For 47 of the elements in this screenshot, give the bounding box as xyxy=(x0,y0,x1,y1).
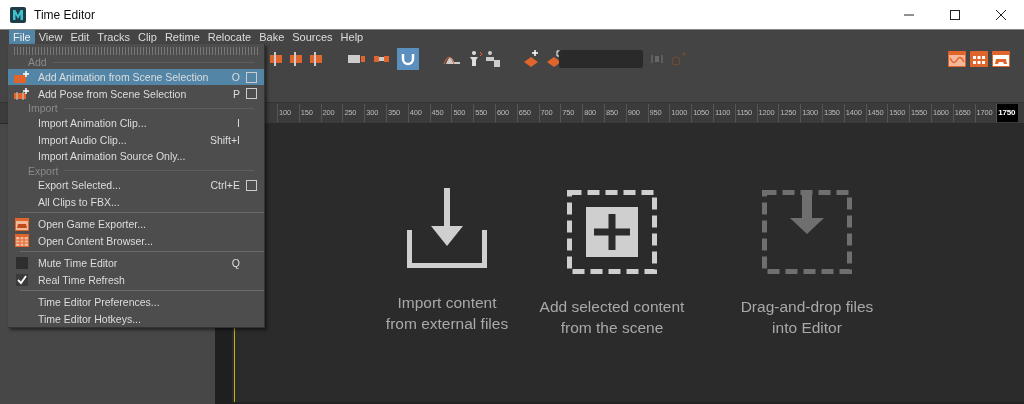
menu-item[interactable]: Clip xyxy=(133,30,161,45)
empty-state-caption: Add selected content from the scene xyxy=(539,297,685,338)
menu-item[interactable]: Edit xyxy=(66,30,94,45)
option-box[interactable] xyxy=(246,88,257,100)
content-browser-icon[interactable] xyxy=(970,51,988,67)
menu-entry[interactable]: Import Animation Source Only... xyxy=(8,147,264,165)
menu-entry[interactable]: Open Content Browser... xyxy=(8,232,264,250)
pose-add-icon xyxy=(13,87,30,100)
option-box[interactable] xyxy=(246,71,257,83)
menu-entry[interactable]: Time Editor Preferences... xyxy=(8,294,264,311)
checkbox[interactable] xyxy=(15,257,28,270)
app-logo-icon xyxy=(10,6,26,23)
menu-item[interactable]: View xyxy=(34,30,67,45)
game-exporter-icon xyxy=(14,217,29,231)
dashed-drop-box-icon xyxy=(762,190,852,274)
download-arrow-icon xyxy=(407,188,487,268)
menu-item[interactable]: Retime xyxy=(160,30,204,45)
checkbox[interactable] xyxy=(15,273,28,286)
tear-off-strip[interactable] xyxy=(14,47,258,55)
section-label: Export xyxy=(28,164,59,177)
menu-entry[interactable]: Add Pose from Scene Selection P xyxy=(8,85,264,102)
menu-entry[interactable]: Real Time Refresh xyxy=(8,271,264,289)
menu-item[interactable]: Relocate xyxy=(203,30,256,45)
menu-entry[interactable]: Export Selected... Ctrl+E xyxy=(8,177,264,194)
menu-item[interactable]: Tracks xyxy=(93,30,134,45)
menu-entry[interactable]: Open Game Exporter... xyxy=(8,216,264,233)
content-browser-icon xyxy=(14,234,29,248)
menu-item[interactable]: Help xyxy=(336,30,368,45)
menu-entry[interactable]: Import Audio Clip... Shift+I xyxy=(8,131,264,148)
close-icon[interactable] xyxy=(995,8,1007,21)
clip-add-icon xyxy=(13,71,30,84)
frame-label: 1750 xyxy=(996,104,1019,122)
graph-editor-icon[interactable] xyxy=(948,51,966,67)
game-exporter-icon[interactable] xyxy=(992,51,1010,67)
empty-state-caption: Import content from external files xyxy=(385,293,509,334)
maximize-icon[interactable] xyxy=(949,8,961,21)
section-label: Import xyxy=(28,102,58,115)
window-title: Time Editor xyxy=(34,7,95,22)
menu-item[interactable]: Bake xyxy=(255,30,289,45)
section-label: Add xyxy=(28,56,47,69)
empty-state-caption: Drag-and-drop files into Editor xyxy=(740,297,874,338)
dashed-plus-box-icon xyxy=(567,190,657,274)
option-box[interactable] xyxy=(246,179,257,191)
menu-entry[interactable]: All Clips to FBX... xyxy=(8,193,264,211)
menu-entry[interactable]: Mute Time Editor Q xyxy=(8,255,264,272)
menu-item[interactable]: Sources xyxy=(288,30,337,45)
menu-entry[interactable]: Time Editor Hotkeys... xyxy=(8,310,264,327)
